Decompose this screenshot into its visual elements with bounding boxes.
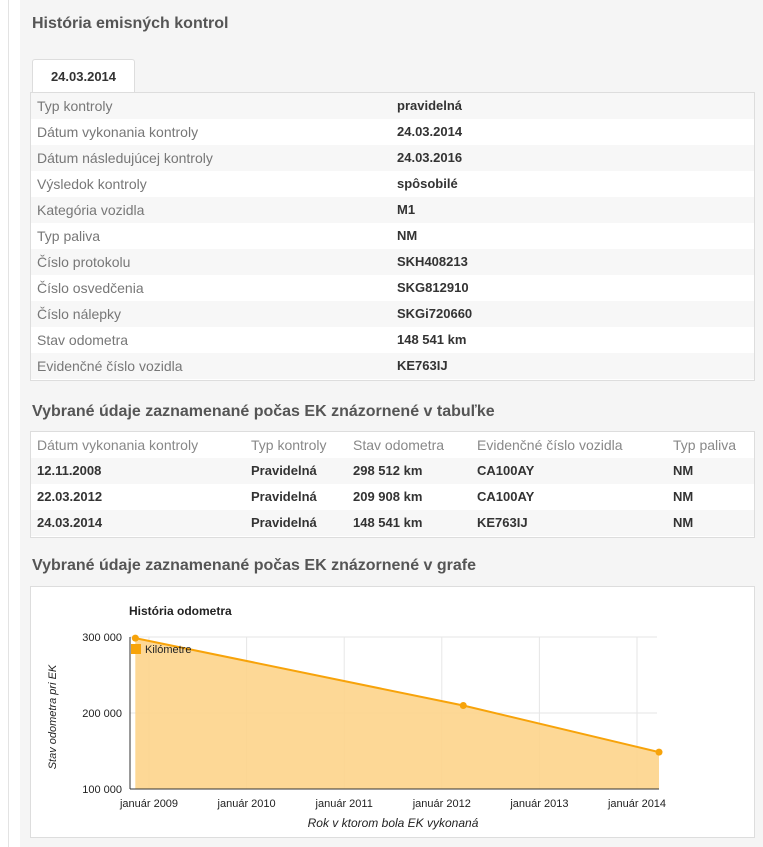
detail-label: Výsledok kontroly: [37, 176, 147, 192]
detail-row: Číslo nálepky SKGi720660: [31, 301, 754, 327]
x-tick-label: január 2014: [607, 798, 666, 810]
table-body: 12.11.2008 Pravidelná 298 512 km CA100AY NM 2…: [31, 458, 754, 536]
legend-swatch: [131, 644, 141, 654]
table-cell: CA100AY: [477, 463, 535, 478]
y-tick-label: 300 000: [82, 632, 122, 644]
y-tick-label: 100 000: [82, 784, 122, 796]
data-point[interactable]: [459, 701, 467, 709]
x-tick-label: január 2011: [315, 798, 373, 810]
detail-label: Dátum následujúcej kontroly: [37, 150, 213, 166]
left-rule: [8, 0, 9, 847]
tab-date[interactable]: 24.03.2014: [32, 59, 135, 93]
table-cell: NM: [673, 463, 694, 478]
chart-panel: 300 000 200 000 100 000 január 2009 január …: [30, 586, 755, 838]
legend-label: Kilómetre: [145, 644, 191, 656]
detail-label: Číslo protokolu: [37, 254, 131, 270]
table-cell: NM: [673, 515, 694, 530]
table-cell: Pravidelná: [251, 515, 317, 530]
detail-value: pravidelná: [397, 98, 463, 113]
detail-label: Typ paliva: [37, 228, 101, 244]
table-row: 24.03.2014 Pravidelná 148 541 km KE763IJ NM: [31, 510, 754, 536]
detail-label: Stav odometra: [37, 332, 129, 348]
table-cell: KE763IJ: [477, 515, 528, 530]
detail-row: Stav odometra 148 541 km: [31, 327, 754, 353]
detail-label: Evidenčné číslo vozidla: [37, 358, 183, 374]
table-cell: 22.03.2012: [37, 489, 103, 504]
data-point[interactable]: [131, 634, 139, 642]
chart-title: História odometra: [129, 604, 232, 618]
detail-value: 148 541 km: [397, 332, 467, 347]
detail-value: SKGi720660: [397, 306, 473, 321]
column-header: Dátum vykonania kontroly: [37, 437, 199, 453]
column-header: Evidenčné číslo vozidla: [477, 437, 623, 453]
detail-value: KE763IJ: [397, 358, 448, 373]
table-cell: 148 541 km: [353, 515, 423, 530]
x-tick-label: január 2010: [217, 798, 276, 810]
table-cell: 298 512 km: [353, 463, 423, 478]
y-axis-label: Stav odometra pri EK: [47, 664, 59, 769]
records-table: Dátum vykonania kontroly Typ kontroly Stav…: [30, 431, 755, 538]
x-axis-label: Rok v ktorom bola EK vykonaná: [308, 816, 479, 830]
table-cell: Pravidelná: [251, 463, 317, 478]
detail-row: Dátum vykonania kontroly 24.03.2014: [31, 119, 754, 145]
series-area: [135, 638, 660, 789]
detail-label: Číslo osvedčenia: [37, 280, 144, 296]
table-section-title: Vybrané údaje zaznamenané počas EK znázo…: [32, 403, 495, 420]
detail-value: NM: [397, 228, 418, 243]
detail-row: Typ kontroly pravidelná: [31, 93, 754, 119]
detail-label: Dátum vykonania kontroly: [37, 124, 199, 140]
table-cell: NM: [673, 489, 694, 504]
detail-label: Kategória vozidla: [37, 202, 145, 218]
detail-row: Evidenčné číslo vozidla KE763IJ: [31, 353, 754, 379]
table-cell: 12.11.2008: [37, 463, 102, 478]
odometer-chart: 300 000 200 000 100 000 január 2009 január …: [47, 604, 666, 830]
detail-label: Číslo nálepky: [37, 306, 122, 322]
y-tick-label: 200 000: [82, 708, 122, 720]
data-point[interactable]: [655, 748, 663, 756]
detail-row: Kategória vozidla M1: [31, 197, 754, 223]
detail-value: SKG812910: [397, 280, 469, 295]
content-container: História emisných kontrol 24.03.2014 Typ…: [20, 0, 763, 847]
x-tick-label: január 2013: [509, 798, 568, 810]
detail-row: Typ paliva NM: [31, 223, 754, 249]
column-header: Typ paliva: [673, 437, 737, 453]
detail-row: Dátum následujúcej kontroly 24.03.2016: [31, 145, 754, 171]
table-cell: Pravidelná: [251, 489, 317, 504]
table-header-row: Dátum vykonania kontroly Typ kontroly Stav…: [31, 432, 754, 458]
history-title: História emisných kontrol: [32, 15, 229, 32]
detail-row: Číslo protokolu SKH408213: [31, 249, 754, 275]
column-header: Stav odometra: [353, 437, 445, 453]
detail-value: spôsobilé: [397, 176, 458, 191]
detail-label: Typ kontroly: [37, 98, 113, 114]
table-row: 22.03.2012 Pravidelná 209 908 km CA100AY NM: [31, 484, 754, 510]
x-tick-label: január 2012: [412, 798, 471, 810]
detail-table: Typ kontroly pravidelná Dátum vykonania ko…: [30, 92, 755, 381]
detail-value: 24.03.2014: [397, 124, 463, 139]
detail-row: Číslo osvedčenia SKG812910: [31, 275, 754, 301]
table-cell: 24.03.2014: [37, 515, 103, 530]
x-tick-label: január 2009: [119, 798, 178, 810]
detail-value: SKH408213: [397, 254, 468, 269]
detail-row: Výsledok kontroly spôsobilé: [31, 171, 754, 197]
detail-value: 24.03.2016: [397, 150, 463, 165]
detail-value: M1: [397, 202, 416, 217]
table-cell: CA100AY: [477, 489, 535, 504]
table-cell: 209 908 km: [353, 489, 423, 504]
column-header: Typ kontroly: [251, 437, 327, 453]
table-row: 12.11.2008 Pravidelná 298 512 km CA100AY NM: [31, 458, 754, 484]
chart-section-title: Vybrané údaje zaznamenané počas EK znázo…: [32, 557, 476, 574]
